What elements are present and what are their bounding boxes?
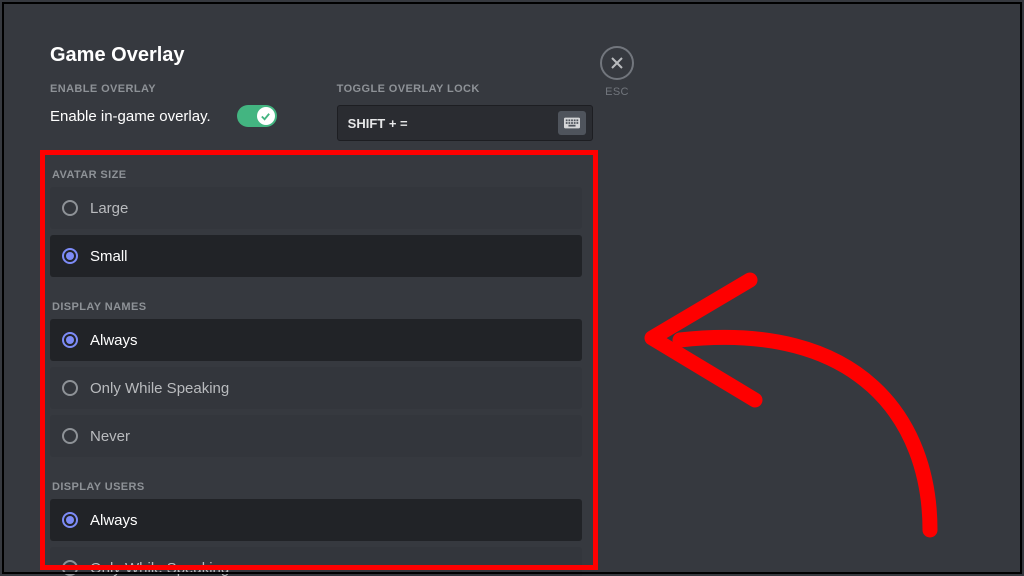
radio-option[interactable]: Always	[50, 319, 582, 361]
toggle-overlay-lock-section: TOGGLE OVERLAY LOCK SHIFT + =	[337, 83, 593, 141]
radio-option-label: Only While Speaking	[90, 380, 229, 397]
radio-option-label: Always	[90, 512, 138, 529]
enable-overlay-toggle[interactable]	[237, 105, 277, 127]
radio-icon	[62, 200, 78, 216]
radio-icon	[62, 512, 78, 528]
radio-icon	[62, 560, 78, 576]
enable-overlay-label: ENABLE OVERLAY	[50, 83, 277, 95]
radio-option[interactable]: Always	[50, 499, 582, 541]
radio-option-label: Never	[90, 428, 130, 445]
radio-option-label: Always	[90, 332, 138, 349]
close-icon	[610, 56, 624, 70]
keybind-value: SHIFT + =	[348, 116, 558, 131]
radio-option[interactable]: Large	[50, 187, 582, 229]
radio-option-label: Only While Speaking	[90, 560, 229, 576]
group-label: AVATAR SIZE	[52, 169, 582, 181]
radio-option[interactable]: Small	[50, 235, 582, 277]
enable-overlay-section: ENABLE OVERLAY Enable in-game overlay.	[50, 83, 277, 141]
toggle-overlay-lock-label: TOGGLE OVERLAY LOCK	[337, 83, 593, 95]
close-button[interactable]	[600, 46, 634, 80]
esc-label: ESC	[605, 86, 629, 98]
radio-icon	[62, 332, 78, 348]
keybind-input[interactable]: SHIFT + =	[337, 105, 593, 141]
radio-icon	[62, 428, 78, 444]
group-label: DISPLAY NAMES	[52, 301, 582, 313]
radio-option[interactable]: Never	[50, 415, 582, 457]
radio-option[interactable]: Only While Speaking	[50, 367, 582, 409]
radio-option[interactable]: Only While Speaking	[50, 547, 582, 576]
annotation-arrow	[620, 240, 960, 550]
page-title: Game Overlay	[50, 44, 640, 67]
radio-option-label: Small	[90, 248, 128, 265]
radio-icon	[62, 380, 78, 396]
keyboard-icon	[558, 111, 586, 135]
check-icon	[260, 111, 271, 122]
radio-icon	[62, 248, 78, 264]
radio-option-label: Large	[90, 200, 128, 217]
enable-overlay-text: Enable in-game overlay.	[50, 108, 211, 125]
group-label: DISPLAY USERS	[52, 481, 582, 493]
